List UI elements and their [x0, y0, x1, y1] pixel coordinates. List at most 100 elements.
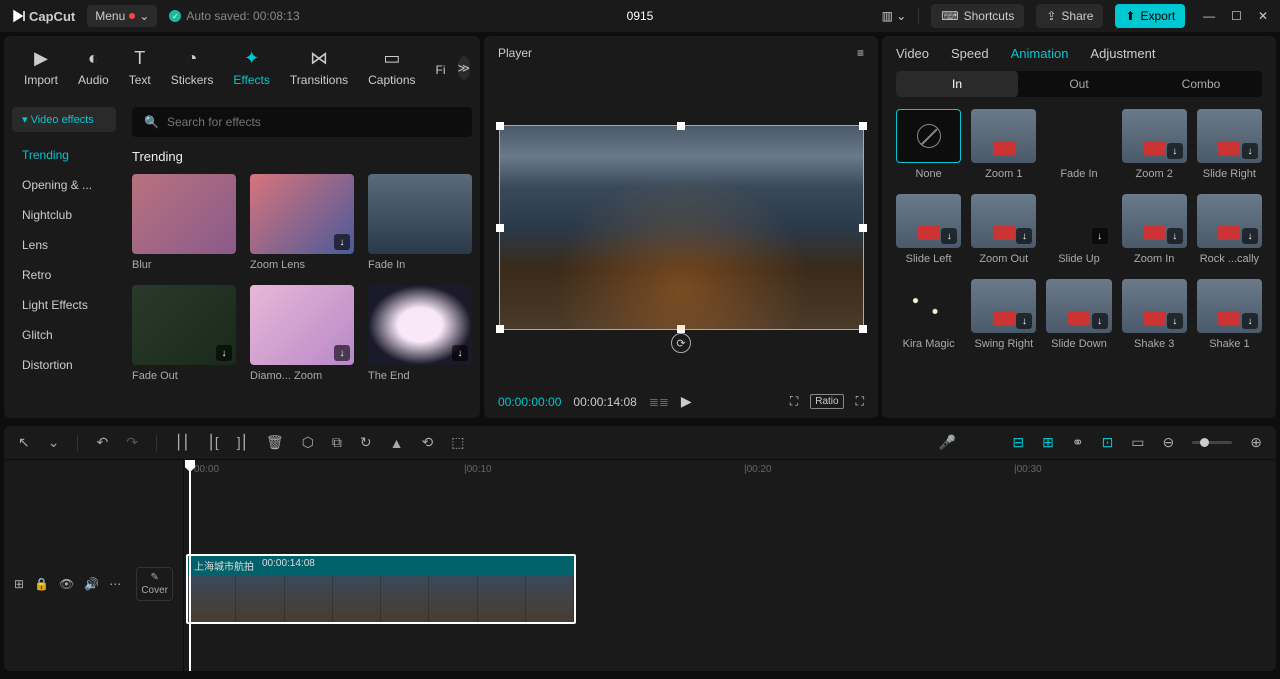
video-frame[interactable] [499, 125, 864, 330]
pointer-tool[interactable]: ↖ [18, 434, 30, 451]
link-tool[interactable]: ⚭ [1072, 434, 1084, 451]
scan-icon[interactable]: ⛶ [790, 394, 798, 409]
effect-item[interactable]: ↓The End [368, 285, 472, 382]
effect-item[interactable]: Fade In [368, 174, 472, 271]
animation-item[interactable]: ↓Shake 1 [1197, 279, 1262, 350]
timeline-ruler[interactable]: 00:00|00:10|00:20|00:30 [184, 460, 1276, 484]
play-button[interactable]: ▶ [681, 393, 692, 410]
split-tool[interactable]: ⎮⎮ [175, 434, 190, 451]
fullscreen-icon[interactable]: ⛶ [856, 394, 864, 409]
sidebar-item[interactable]: Lens [12, 230, 116, 260]
undo-button[interactable]: ↶ [96, 434, 108, 451]
refresh-icon[interactable]: ⟳ [671, 333, 691, 353]
media-tab-transitions[interactable]: ⋈Transitions [282, 44, 356, 91]
list-icon[interactable]: ≣≣ [649, 395, 669, 409]
search-input[interactable] [167, 115, 460, 129]
eye-icon[interactable]: 👁 [59, 577, 74, 591]
menu-button[interactable]: Menu ⌄ [87, 5, 157, 27]
sidebar-item[interactable]: Distortion [12, 350, 116, 380]
effect-item[interactable]: ↓Fade Out [132, 285, 236, 382]
magnet-tool[interactable]: ⊡ [1102, 434, 1114, 451]
animation-item[interactable]: ↓Rock ...cally [1197, 194, 1262, 265]
minimize-icon[interactable]: — [1203, 9, 1215, 23]
anim-subtab-in[interactable]: In [896, 71, 1018, 97]
animation-item[interactable]: ↓Zoom 2 [1122, 109, 1187, 180]
lock-icon[interactable]: 🔒 [34, 577, 49, 591]
animation-item[interactable]: Zoom 1 [971, 109, 1036, 180]
shield-tool[interactable]: ⬡ [302, 434, 314, 451]
link-tool-2[interactable]: ⊞ [1042, 434, 1054, 451]
more-icon[interactable]: ⋯ [109, 577, 121, 591]
media-tab-stickers[interactable]: ◔Stickers [163, 44, 222, 91]
sidebar-item[interactable]: Nightclub [12, 200, 116, 230]
video-clip[interactable]: 上海城市航拍 00:00:14:08 [186, 554, 576, 624]
export-button[interactable]: ⬆ Export [1115, 4, 1185, 28]
sidebar-item[interactable]: Trending [12, 140, 116, 170]
effect-item[interactable]: ↓Diamo... Zoom [250, 285, 354, 382]
inspector-tab-video[interactable]: Video [896, 46, 929, 61]
split-right-tool[interactable]: ]⎮ [237, 434, 248, 451]
sidebar-tag[interactable]: ▾ Video effects [12, 107, 116, 132]
resize-handle[interactable] [859, 224, 867, 232]
resize-handle[interactable] [859, 122, 867, 130]
animation-item[interactable]: ↓Slide Right [1197, 109, 1262, 180]
animation-item[interactable]: ↓Slide Up [1046, 194, 1111, 265]
zoom-out-icon[interactable]: ⊖ [1163, 434, 1175, 451]
shortcuts-button[interactable]: ⌨ Shortcuts [931, 4, 1024, 28]
player-viewport[interactable]: ⟳ [484, 70, 878, 385]
resize-handle[interactable] [496, 122, 504, 130]
sidebar-item[interactable]: Glitch [12, 320, 116, 350]
resize-handle[interactable] [677, 122, 685, 130]
animation-item[interactable]: ↓Slide Left [896, 194, 961, 265]
chevron-down-icon[interactable]: ⌄ [48, 434, 60, 451]
animation-item[interactable]: ↓Slide Down [1046, 279, 1111, 350]
rotate-tool[interactable]: ⟲ [422, 434, 434, 451]
sidebar-item[interactable]: Light Effects [12, 290, 116, 320]
maximize-icon[interactable]: ☐ [1231, 9, 1242, 23]
mute-icon[interactable]: 🔊 [84, 577, 99, 591]
media-tab-text[interactable]: TText [121, 44, 159, 91]
delete-tool[interactable]: 🗑 [266, 434, 284, 451]
link-tool-1[interactable]: ⊟ [1012, 434, 1024, 451]
close-icon[interactable]: ✕ [1258, 9, 1268, 23]
cover-button[interactable]: ✎ Cover [136, 567, 173, 601]
resize-handle[interactable] [677, 325, 685, 333]
zoom-in-icon[interactable]: ⊕ [1250, 434, 1262, 451]
animation-item[interactable]: Kira Magic [896, 279, 961, 350]
mic-icon[interactable]: 🎤 [939, 434, 956, 451]
sidebar-item[interactable]: Retro [12, 260, 116, 290]
media-tab-fi[interactable]: Fi [428, 55, 454, 81]
anim-subtab-out[interactable]: Out [1018, 71, 1140, 97]
track-area[interactable]: 上海城市航拍 00:00:14:08 [184, 484, 1276, 664]
inspector-tab-animation[interactable]: Animation [1011, 46, 1069, 61]
effect-item[interactable]: Blur [132, 174, 236, 271]
resize-handle[interactable] [496, 224, 504, 232]
zoom-slider[interactable] [1192, 441, 1232, 444]
playhead[interactable] [189, 460, 191, 671]
anim-subtab-combo[interactable]: Combo [1140, 71, 1262, 97]
media-tab-effects[interactable]: ✦Effects [225, 44, 277, 91]
animation-item[interactable]: ↓Zoom Out [971, 194, 1036, 265]
animation-item[interactable]: ↓Shake 3 [1122, 279, 1187, 350]
mirror-tool[interactable]: ▲ [390, 435, 404, 451]
copy-tool[interactable]: ⧉ [332, 434, 342, 451]
redo-button[interactable]: ↷ [126, 434, 138, 451]
inspector-tab-speed[interactable]: Speed [951, 46, 989, 61]
split-left-tool[interactable]: ⎮[ [208, 434, 219, 451]
layout-icon[interactable]: ▥ ⌄ [882, 9, 907, 23]
add-track-icon[interactable]: ⊞ [14, 577, 24, 591]
menu-icon[interactable]: ≡ [857, 46, 864, 60]
animation-item[interactable]: ↓Zoom In [1122, 194, 1187, 265]
media-tab-captions[interactable]: ▭Captions [360, 44, 423, 91]
resize-handle[interactable] [859, 325, 867, 333]
media-tab-import[interactable]: ▶Import [16, 44, 66, 91]
animation-item[interactable]: ↓Swing Right [971, 279, 1036, 350]
crop-tool[interactable]: ⬚ [451, 434, 464, 451]
search-box[interactable]: 🔍 [132, 107, 472, 137]
sidebar-item[interactable]: Opening & ... [12, 170, 116, 200]
resize-handle[interactable] [496, 325, 504, 333]
animation-item[interactable]: Fade In [1046, 109, 1111, 180]
ratio-button[interactable]: Ratio [810, 394, 843, 409]
inspector-tab-adjustment[interactable]: Adjustment [1090, 46, 1155, 61]
scroll-right-button[interactable]: ≫ [458, 56, 471, 80]
